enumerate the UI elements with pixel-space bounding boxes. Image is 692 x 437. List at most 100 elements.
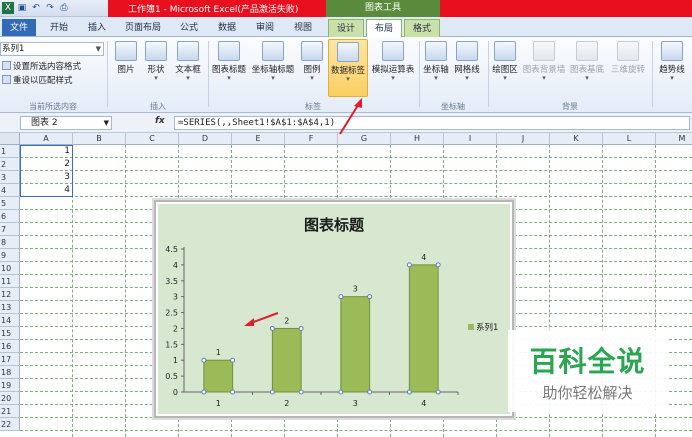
tab-page-layout[interactable]: 页面布局 [120,19,166,37]
insert-picture-button[interactable]: 图片 [112,41,140,75]
tab-format[interactable]: 格式 [404,19,440,37]
chart-title-button[interactable]: 图表标题 ▾ [210,41,248,82]
bar-selection-handle[interactable] [406,389,412,395]
redo-icon[interactable]: ↷ [44,2,56,14]
bar-selection-handle[interactable] [298,325,304,331]
bar-selection-handle[interactable] [338,389,344,395]
chart-floor-icon [576,41,598,61]
formula-input[interactable]: =SERIES(,,Sheet1!$A$1:$A$4,1) [174,116,690,130]
gridlines-button[interactable]: 网格线 ▾ [452,41,482,82]
row-header-18[interactable]: 18 [0,366,20,379]
bar-selection-handle[interactable] [367,389,373,395]
row-header-9[interactable]: 9 [0,249,20,262]
3d-rotation-button[interactable]: 三维旋转 [608,41,648,75]
column-header-f[interactable]: F [285,133,338,145]
chart-wall-button[interactable]: 图表背景墙 ▾ [522,41,566,82]
select-all-corner[interactable] [0,133,20,145]
bar-4[interactable] [408,264,439,393]
plot-area-button[interactable]: 绘图区 ▾ [490,41,520,82]
data-table-button[interactable]: 模拟运算表 ▾ [370,41,416,82]
row-header-5[interactable]: 5 [0,197,20,210]
row-header-13[interactable]: 13 [0,301,20,314]
insert-picture-label: 图片 [117,65,135,75]
column-header-m[interactable]: M [656,133,692,145]
column-header-i[interactable]: I [444,133,497,145]
bar-selection-handle[interactable] [230,389,236,395]
row-header-11[interactable]: 11 [0,275,20,288]
axes-button[interactable]: 坐标轴 ▾ [422,41,450,82]
row-header-21[interactable]: 21 [0,405,20,418]
column-header-h[interactable]: H [391,133,444,145]
bar-selection-handle[interactable] [230,357,236,363]
insert-textbox-button[interactable]: 文本框 ▾ [172,41,204,82]
row-header-4[interactable]: 4 [0,184,20,197]
tab-formulas[interactable]: 公式 [174,19,204,37]
column-header-g[interactable]: G [338,133,391,145]
bar-selection-handle[interactable] [201,389,207,395]
tab-view[interactable]: 视图 [288,19,318,37]
row-header-2[interactable]: 2 [0,158,20,171]
row-header-6[interactable]: 6 [0,210,20,223]
chart-floor-button[interactable]: 图表基底 ▾ [568,41,606,82]
data-labels-button[interactable]: 数据标签 ▾ [328,39,368,97]
row-header-12[interactable]: 12 [0,288,20,301]
column-header-d[interactable]: D [179,133,232,145]
row-header-7[interactable]: 7 [0,223,20,236]
chart-area[interactable]: 图表标题 0 0.5 1 1.5 2 2.5 3 3.5 4 4.5 1 1 2 2 3 3 4 4 系列1 [158,204,510,414]
bar-selection-handle[interactable] [435,389,441,395]
bar-3[interactable] [340,296,371,393]
column-header-e[interactable]: E [232,133,285,145]
tab-home[interactable]: 开始 [44,19,74,37]
bar-2[interactable] [271,327,302,393]
undo-icon[interactable]: ↶ [30,2,42,14]
tab-layout[interactable]: 布局 [366,19,402,38]
bar-selection-handle[interactable] [435,262,441,268]
tab-design[interactable]: 设计 [328,19,364,37]
chart-legend[interactable]: 系列1 [468,321,498,333]
row-header-10[interactable]: 10 [0,262,20,275]
column-header-j[interactable]: J [497,133,550,145]
tab-file[interactable]: 文件 [2,19,36,36]
column-header-k[interactable]: K [550,133,603,145]
row-header-16[interactable]: 16 [0,340,20,353]
trendline-button[interactable]: 趋势线 ▾ [654,41,690,82]
print-preview-icon[interactable]: ⎙ [58,2,70,14]
row-header-17[interactable]: 17 [0,353,20,366]
tab-data[interactable]: 数据 [212,19,242,37]
data-label: 4 [421,253,426,262]
bar-selection-handle[interactable] [406,262,412,268]
bar-selection-handle[interactable] [269,389,275,395]
reset-style-button[interactable]: 重设以匹配样式 [2,74,73,86]
bar-selection-handle[interactable] [338,294,344,300]
bar-selection-handle[interactable] [367,294,373,300]
bar-1[interactable] [203,359,234,393]
row-header-22[interactable]: 22 [0,418,20,431]
name-box[interactable]: 图表 2 ▼ [20,116,112,130]
format-selection-button[interactable]: 设置所选内容格式 [2,60,81,72]
row-header-3[interactable]: 3 [0,171,20,184]
column-header-b[interactable]: B [73,133,126,145]
legend-button[interactable]: 图例 ▾ [298,41,326,82]
bar-selection-handle[interactable] [201,357,207,363]
column-header-a[interactable]: A [20,133,73,145]
insert-function-button[interactable]: fx [155,116,169,126]
row-header-19[interactable]: 19 [0,379,20,392]
row-header-8[interactable]: 8 [0,236,20,249]
column-header-l[interactable]: L [603,133,656,145]
bar-selection-handle[interactable] [298,389,304,395]
insert-shapes-button[interactable]: 形状 ▾ [142,41,170,82]
row-header-15[interactable]: 15 [0,327,20,340]
row-header-14[interactable]: 14 [0,314,20,327]
chart-object[interactable]: 图表标题 0 0.5 1 1.5 2 2.5 3 3.5 4 4.5 1 1 2 2 3 3 4 4 系列1 [154,200,514,418]
axis-titles-button[interactable]: 坐标轴标题 ▾ [250,41,296,82]
group-divider [488,41,489,107]
column-header-c[interactable]: C [126,133,179,145]
save-icon[interactable]: ▣ [16,2,28,14]
row-header-1[interactable]: 1 [0,145,20,158]
bar-selection-handle[interactable] [269,325,275,331]
chart-element-select[interactable]: 系列1 ▼ [0,42,104,56]
tab-insert[interactable]: 插入 [82,19,112,37]
row-header-20[interactable]: 20 [0,392,20,405]
tab-review[interactable]: 审阅 [250,19,280,37]
plot-area[interactable]: 0 0.5 1 1.5 2 2.5 3 3.5 4 4.5 1 1 2 2 3 3 4 4 [158,204,510,414]
